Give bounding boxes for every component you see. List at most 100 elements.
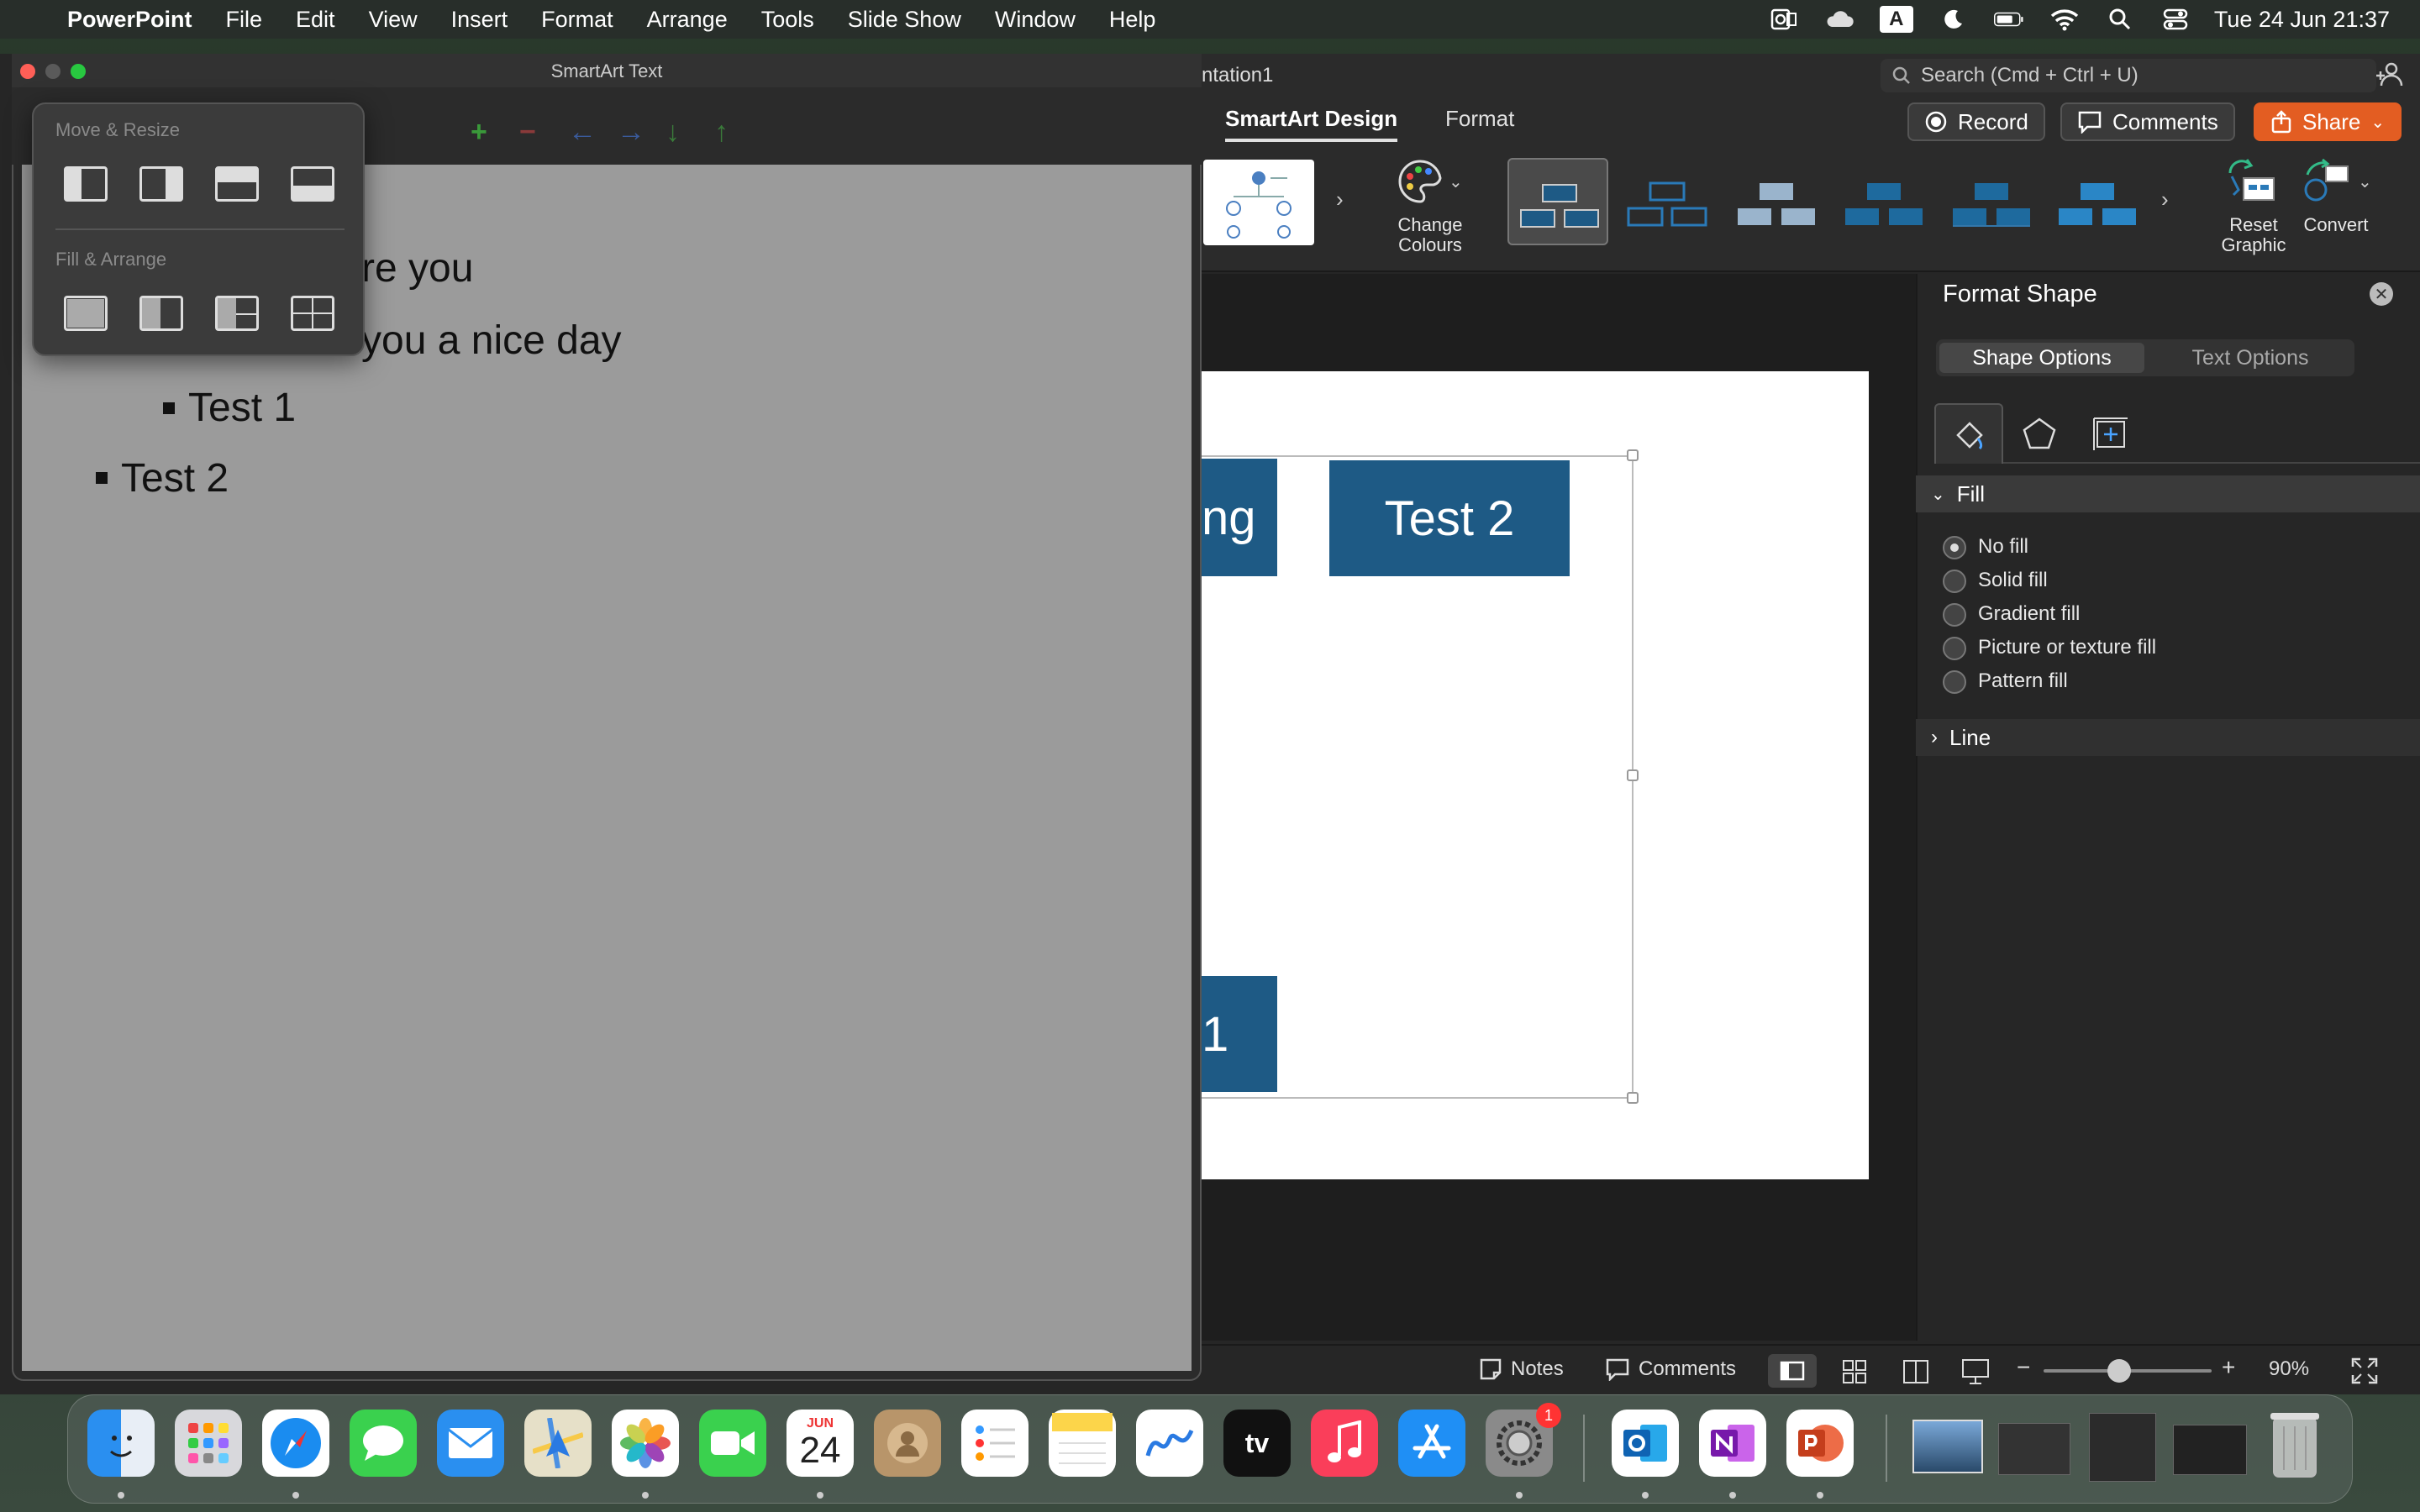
smartart-text-titlebar[interactable]: SmartArt Text xyxy=(12,54,1202,87)
slide-sorter-icon[interactable] xyxy=(1842,1359,1867,1384)
change-colours-button[interactable]: ⌄ Change Colours xyxy=(1388,158,1472,259)
tab-smartart-design[interactable]: SmartArt Design xyxy=(1225,106,1398,142)
dock-photos[interactable] xyxy=(612,1410,679,1477)
layout-option-1[interactable] xyxy=(1507,158,1608,245)
smartart-shape[interactable]: 1 xyxy=(1202,976,1277,1092)
close-pane-button[interactable]: ✕ xyxy=(2370,282,2393,306)
dock-contacts[interactable] xyxy=(874,1410,941,1477)
tile-top-half-button[interactable] xyxy=(215,166,259,202)
share-button[interactable]: Share ⌄ xyxy=(2254,102,2402,141)
arrange-three-panes-button[interactable] xyxy=(215,296,259,331)
radio-solid-fill[interactable] xyxy=(1943,570,1966,593)
close-window-button[interactable] xyxy=(20,64,35,79)
menu-arrange[interactable]: Arrange xyxy=(647,0,728,39)
dock-system-settings[interactable]: 1 xyxy=(1486,1403,1561,1477)
dock-calendar[interactable]: JUN 24 xyxy=(786,1410,854,1477)
remove-bullet-icon[interactable]: − xyxy=(519,116,536,149)
dock-onenote[interactable] xyxy=(1699,1410,1766,1477)
menubar-clock[interactable]: Tue 24 Jun 21:37 xyxy=(2214,0,2390,39)
resize-handle[interactable] xyxy=(1627,1092,1639,1104)
smartart-style-preview[interactable] xyxy=(1203,160,1314,245)
tab-text-options[interactable]: Text Options xyxy=(2148,343,2353,373)
dock-reminders[interactable] xyxy=(961,1410,1028,1477)
dock-recent-window-3[interactable] xyxy=(2173,1425,2247,1475)
minimize-window-button[interactable] xyxy=(45,64,60,79)
fill-line-tab[interactable] xyxy=(1934,403,2003,464)
menu-view[interactable]: View xyxy=(369,0,418,39)
zoom-slider-thumb[interactable] xyxy=(2107,1359,2131,1383)
layout-option-3[interactable] xyxy=(1726,158,1827,245)
radio-pattern-fill[interactable] xyxy=(1943,670,1966,694)
notes-button[interactable]: Notes xyxy=(1479,1357,1564,1381)
dock-mail[interactable] xyxy=(437,1410,504,1477)
menu-slide-show[interactable]: Slide Show xyxy=(848,0,961,39)
radio-no-fill[interactable] xyxy=(1943,536,1966,559)
dock-recent-window-1[interactable] xyxy=(1998,1423,2070,1475)
dock-finder[interactable] xyxy=(87,1410,155,1477)
reset-graphic-button[interactable]: Reset Graphic xyxy=(2213,158,2294,260)
app-menu[interactable]: PowerPoint xyxy=(67,0,192,39)
smartart-shape-test-2[interactable]: Test 2 xyxy=(1329,460,1570,576)
tile-bottom-half-button[interactable] xyxy=(291,166,334,202)
move-down-arrow-icon[interactable]: ↓ xyxy=(666,116,680,149)
resize-handle[interactable] xyxy=(1627,769,1639,781)
icloud-icon[interactable] xyxy=(1824,7,1854,32)
dock-music[interactable] xyxy=(1311,1410,1378,1477)
menu-file[interactable]: File xyxy=(226,0,263,39)
dock-recent-window-2[interactable] xyxy=(2089,1413,2156,1482)
smartart-line-3[interactable]: Test 1 xyxy=(188,385,296,431)
share-people-icon[interactable] xyxy=(2373,60,2403,89)
slide-show-icon[interactable] xyxy=(1961,1357,1990,1386)
move-up-arrow-icon[interactable]: ↑ xyxy=(714,116,729,149)
dock-apple-tv[interactable]: tv xyxy=(1223,1410,1291,1477)
smartart-line-4[interactable]: Test 2 xyxy=(121,455,229,501)
layouts-more-arrow[interactable]: › xyxy=(2161,186,2169,213)
battery-icon[interactable] xyxy=(1993,7,2024,32)
comments-button[interactable]: Comments xyxy=(2060,102,2235,141)
menu-window[interactable]: Window xyxy=(995,0,1076,39)
smartart-line-2[interactable]: you a nice day xyxy=(361,318,622,364)
dock-maps[interactable] xyxy=(524,1410,592,1477)
promote-arrow-left-icon[interactable]: ← xyxy=(568,116,597,149)
dock-facetime[interactable] xyxy=(699,1410,766,1477)
menu-help[interactable]: Help xyxy=(1109,0,1156,39)
smartart-line-1[interactable]: re you xyxy=(361,245,473,291)
outlook-status-icon[interactable] xyxy=(1769,7,1799,32)
layout-option-5[interactable] xyxy=(1941,158,2042,245)
dock-messages[interactable] xyxy=(350,1410,417,1477)
input-source-icon[interactable]: A xyxy=(1879,6,1913,33)
radio-gradient-fill[interactable] xyxy=(1943,603,1966,627)
demote-arrow-right-icon[interactable]: → xyxy=(617,116,645,149)
tile-left-half-button[interactable] xyxy=(64,166,108,202)
dock-powerpoint[interactable] xyxy=(1786,1410,1854,1477)
zoom-window-button[interactable] xyxy=(71,64,86,79)
reading-view-icon[interactable] xyxy=(1902,1359,1929,1384)
menu-edit[interactable]: Edit xyxy=(296,0,335,39)
effects-pentagon-icon[interactable] xyxy=(2022,417,2057,450)
add-bullet-icon[interactable]: + xyxy=(471,116,487,149)
resize-handle[interactable] xyxy=(1627,449,1639,461)
convert-button[interactable]: ⌄ Convert xyxy=(2296,158,2376,260)
status-comments-button[interactable]: Comments xyxy=(1605,1357,1736,1381)
zoom-out-button[interactable]: − xyxy=(2017,1354,2030,1381)
layout-option-6[interactable] xyxy=(2047,158,2148,245)
dock-launchpad[interactable] xyxy=(175,1410,242,1477)
gallery-more-arrow[interactable]: › xyxy=(1336,186,1344,213)
fit-to-window-icon[interactable] xyxy=(2351,1357,2378,1384)
normal-view-button[interactable] xyxy=(1768,1354,1817,1388)
menu-format[interactable]: Format xyxy=(541,0,613,39)
layout-option-2[interactable] xyxy=(1617,158,1718,245)
dock-downloads-stack[interactable] xyxy=(1912,1420,1983,1473)
record-button[interactable]: Record xyxy=(1907,102,2045,141)
tab-shape-options[interactable]: Shape Options xyxy=(1939,343,2144,373)
arrange-four-quadrants-button[interactable] xyxy=(291,296,334,331)
zoom-in-button[interactable]: + xyxy=(2222,1354,2235,1381)
dock-app-store[interactable] xyxy=(1398,1410,1465,1477)
dock-outlook[interactable] xyxy=(1612,1410,1679,1477)
tile-right-half-button[interactable] xyxy=(139,166,183,202)
spotlight-search-icon[interactable] xyxy=(2105,7,2135,32)
line-section-header[interactable]: › Line xyxy=(1916,719,2420,756)
dock-freeform[interactable] xyxy=(1136,1410,1203,1477)
dock-safari[interactable] xyxy=(262,1410,329,1477)
control-center-icon[interactable] xyxy=(2160,7,2191,32)
